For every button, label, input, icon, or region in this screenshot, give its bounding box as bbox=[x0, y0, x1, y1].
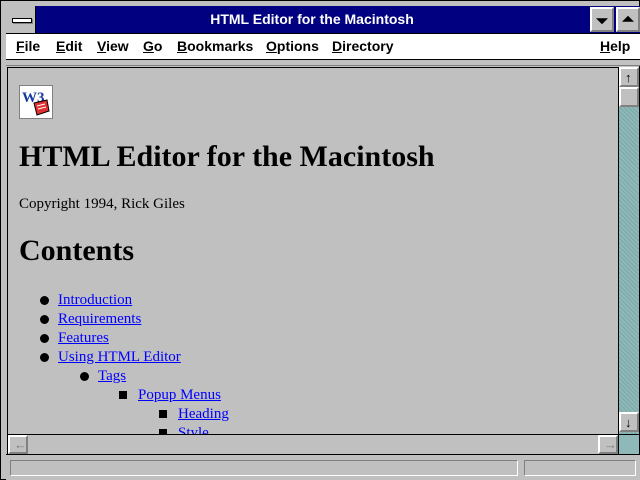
scrollbar-corner bbox=[618, 434, 639, 454]
horizontal-scroll-track[interactable] bbox=[28, 435, 598, 454]
toolbar-separator bbox=[6, 60, 640, 66]
horizontal-scrollbar[interactable]: ← → bbox=[7, 434, 618, 454]
minimize-button[interactable] bbox=[590, 7, 614, 32]
menu-view-mnemonic: V bbox=[97, 38, 107, 54]
list-item: Introduction bbox=[58, 292, 132, 309]
menu-edit-label: dit bbox=[65, 38, 83, 54]
menu-help[interactable]: Help bbox=[600, 34, 630, 59]
minimize-icon bbox=[596, 17, 608, 24]
system-menu-button[interactable] bbox=[6, 6, 36, 33]
menu-file-mnemonic: F bbox=[16, 38, 25, 54]
menu-go-mnemonic: G bbox=[143, 38, 154, 54]
menu-bookmarks-mnemonic: B bbox=[177, 38, 188, 54]
status-message-panel bbox=[10, 460, 518, 476]
link-using-html-editor[interactable]: Using HTML Editor bbox=[58, 349, 181, 365]
bullet-square bbox=[119, 391, 127, 399]
browser-window: HTML Editor for the Macintosh File Edit … bbox=[0, 0, 640, 480]
link-features[interactable]: Features bbox=[58, 330, 109, 346]
menu-go-label: o bbox=[153, 38, 163, 54]
arrow-up-icon: ↑ bbox=[625, 70, 632, 85]
window-title: HTML Editor for the Macintosh bbox=[210, 11, 414, 27]
w3-logo-icon: W3 bbox=[19, 85, 53, 119]
copyright-text: Copyright 1994, Rick Giles bbox=[19, 196, 185, 212]
menu-edit[interactable]: Edit bbox=[56, 34, 82, 59]
menu-view[interactable]: View bbox=[97, 34, 129, 59]
scroll-up-button[interactable]: ↑ bbox=[619, 67, 639, 87]
list-item: Features bbox=[58, 330, 109, 347]
arrow-left-icon: ← bbox=[14, 437, 27, 452]
bullet-dot bbox=[40, 334, 49, 343]
bullet-dot bbox=[80, 372, 89, 381]
document-view[interactable]: W3 HTML Editor for the Macintosh Copyrig… bbox=[7, 67, 618, 434]
maximize-button[interactable] bbox=[616, 7, 640, 32]
scroll-right-button[interactable]: → bbox=[598, 435, 618, 454]
vertical-scroll-thumb[interactable] bbox=[619, 87, 639, 107]
scroll-down-button[interactable]: ↓ bbox=[619, 412, 639, 432]
menu-bar: File Edit View Go Bookmarks Options Dire… bbox=[6, 34, 640, 60]
menu-directory-mnemonic: D bbox=[332, 38, 343, 54]
menu-bookmarks-label: ookmarks bbox=[187, 38, 254, 54]
menu-options-mnemonic: O bbox=[266, 38, 277, 54]
link-introduction[interactable]: Introduction bbox=[58, 292, 132, 308]
arrow-down-icon: ↓ bbox=[625, 415, 632, 430]
list-item: Using HTML Editor bbox=[58, 349, 181, 366]
menu-help-mnemonic: H bbox=[600, 38, 611, 54]
menu-go[interactable]: Go bbox=[143, 34, 162, 59]
page-heading: HTML Editor for the Macintosh bbox=[19, 140, 435, 173]
bullet-dot bbox=[40, 353, 49, 362]
title-bar[interactable]: HTML Editor for the Macintosh bbox=[6, 6, 640, 34]
list-item: Heading bbox=[178, 406, 229, 423]
status-progress-panel bbox=[524, 460, 636, 476]
system-menu-icon bbox=[12, 18, 32, 23]
menu-directory-label: irectory bbox=[342, 38, 394, 54]
menu-file[interactable]: File bbox=[16, 34, 40, 59]
menu-edit-mnemonic: E bbox=[56, 38, 66, 54]
menu-view-label: iew bbox=[106, 38, 129, 54]
bullet-dot bbox=[40, 296, 49, 305]
contents-heading: Contents bbox=[19, 234, 135, 267]
link-style[interactable]: Style bbox=[178, 425, 209, 434]
link-tags[interactable]: Tags bbox=[98, 368, 126, 384]
menu-help-label: elp bbox=[610, 38, 631, 54]
menu-bookmarks[interactable]: Bookmarks bbox=[177, 34, 253, 59]
link-requirements[interactable]: Requirements bbox=[58, 311, 141, 327]
menu-options-label: ptions bbox=[276, 38, 319, 54]
scroll-left-button[interactable]: ← bbox=[8, 435, 28, 454]
list-item: Tags bbox=[98, 368, 126, 385]
list-item: Requirements bbox=[58, 311, 141, 328]
menu-file-label: ile bbox=[24, 38, 41, 54]
link-popup-menus[interactable]: Popup Menus bbox=[138, 387, 221, 403]
bullet-square bbox=[159, 410, 167, 418]
w3-logo-graphic: W3 bbox=[20, 86, 52, 118]
bullet-dot bbox=[40, 315, 49, 324]
menu-options[interactable]: Options bbox=[266, 34, 319, 59]
maximize-icon bbox=[622, 15, 634, 22]
link-heading[interactable]: Heading bbox=[178, 406, 229, 422]
list-item: Popup Menus bbox=[138, 387, 221, 404]
list-item: Style bbox=[178, 425, 209, 434]
menu-directory[interactable]: Directory bbox=[332, 34, 393, 59]
vertical-scrollbar[interactable]: ↑ ↓ bbox=[618, 67, 639, 434]
arrow-right-icon: → bbox=[604, 437, 617, 452]
status-bar bbox=[6, 454, 640, 480]
